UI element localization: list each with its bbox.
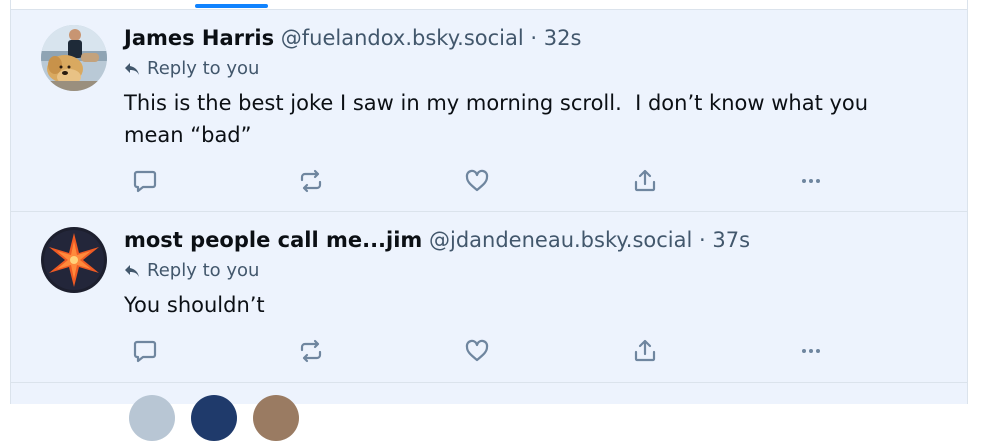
reply-arrow-icon xyxy=(125,63,139,75)
avatar[interactable] xyxy=(41,227,107,293)
share-button[interactable] xyxy=(630,336,660,366)
more-options-icon xyxy=(802,349,820,353)
post-text: You shouldn’t xyxy=(124,293,265,317)
post-actions xyxy=(124,166,824,196)
more-options-button[interactable] xyxy=(796,166,826,196)
reply-post[interactable]: most people call me...jim @jdandeneau.bs… xyxy=(11,212,967,383)
avatar[interactable] xyxy=(41,25,107,91)
like-button[interactable] xyxy=(462,166,492,196)
author-handle[interactable]: @fuelandox.bsky.social xyxy=(281,26,524,50)
reply-button[interactable] xyxy=(130,166,160,196)
post-header: most people call me...jim @jdandeneau.bs… xyxy=(124,225,957,255)
repost-icon xyxy=(300,339,322,363)
man-with-dog-photo-avatar xyxy=(41,25,107,91)
share-icon xyxy=(634,339,656,362)
avatar[interactable] xyxy=(191,395,237,441)
author-handle[interactable]: @jdandeneau.bsky.social xyxy=(429,228,692,252)
avatar[interactable] xyxy=(253,395,299,441)
reply-label: Reply to you xyxy=(147,260,260,281)
more-options-icon xyxy=(802,179,820,183)
reply-indicator: Reply to you xyxy=(124,257,957,285)
separator-dot: · xyxy=(530,26,538,50)
post-header: James Harris @fuelandox.bsky.social · 32… xyxy=(124,23,957,53)
more-options-button[interactable] xyxy=(796,336,826,366)
notifications-feed: James Harris @fuelandox.bsky.social · 32… xyxy=(10,0,968,441)
active-tab-indicator xyxy=(195,4,268,8)
like-icon xyxy=(465,169,489,192)
post-actions xyxy=(124,336,824,366)
like-icon xyxy=(465,339,489,362)
reply-indicator: Reply to you xyxy=(124,55,957,83)
reply-label: Reply to you xyxy=(147,58,260,79)
like-button[interactable] xyxy=(462,336,492,366)
post-text: This is the best joke I saw in my mornin… xyxy=(124,91,869,147)
reply-icon xyxy=(133,340,157,363)
repost-button[interactable] xyxy=(296,336,326,366)
reply-post[interactable]: James Harris @fuelandox.bsky.social · 32… xyxy=(11,10,967,212)
post-timestamp[interactable]: 32s xyxy=(544,26,582,50)
reply-arrow-icon xyxy=(125,265,139,277)
avatar[interactable] xyxy=(129,395,175,441)
repost-button[interactable] xyxy=(296,166,326,196)
star-burst-avatar xyxy=(41,227,107,293)
post-timestamp[interactable]: 37s xyxy=(712,228,750,252)
author-name[interactable]: most people call me...jim xyxy=(124,228,422,252)
share-button[interactable] xyxy=(630,166,660,196)
reply-icon xyxy=(133,170,157,193)
reply-button[interactable] xyxy=(130,336,160,366)
share-icon xyxy=(634,169,656,192)
separator-dot: · xyxy=(699,228,706,252)
repost-icon xyxy=(300,169,322,193)
tab-bar-edge xyxy=(11,0,967,10)
author-name[interactable]: James Harris xyxy=(124,26,274,50)
